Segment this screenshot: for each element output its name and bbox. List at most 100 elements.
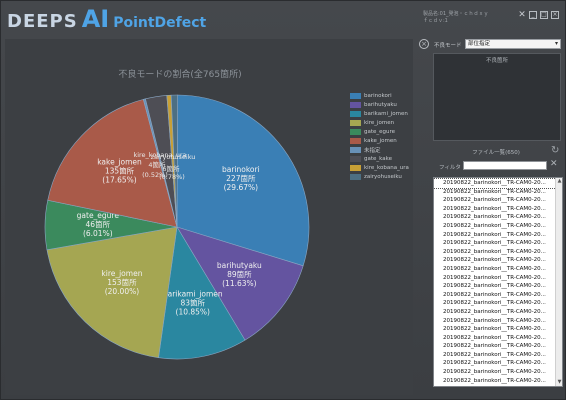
legend-label: barinokori bbox=[364, 92, 392, 99]
mode-select-value: 部位指定 bbox=[468, 41, 491, 47]
legend-item: kake_jomen bbox=[350, 136, 409, 145]
refresh-icon[interactable]: ↻ bbox=[551, 145, 559, 156]
legend-label: gate_kake bbox=[364, 155, 392, 162]
file-list-item[interactable]: 20190822_barinokori__TR-CAM0-20... bbox=[434, 178, 557, 189]
legend-item: 未指定 bbox=[350, 145, 409, 154]
file-list-item[interactable]: 20190822_barinokori__TR-CAM0-20... bbox=[434, 342, 556, 351]
legend-item: barihutyaku bbox=[350, 100, 409, 109]
file-list-item[interactable]: 20190822_barinokori__TR-CAM0-20... bbox=[434, 359, 556, 368]
legend-swatch bbox=[350, 146, 361, 153]
filter-clear-icon[interactable]: ✕ bbox=[550, 159, 558, 169]
legend-item: kire_kobana_ura bbox=[350, 163, 409, 172]
file-list-items: 20190822_barinokori__TR-CAM0-20... 201908… bbox=[434, 178, 557, 386]
legend-label: barihutyaku bbox=[364, 101, 397, 108]
file-list-item[interactable]: 20190822_barinokori__TR-CAM0-20... bbox=[434, 282, 556, 291]
filter-input[interactable] bbox=[463, 161, 547, 170]
pie-label: 135箇所 bbox=[105, 166, 135, 176]
pie-label: 83箇所 bbox=[180, 298, 205, 308]
logo-deeps: DEEPS bbox=[7, 11, 78, 32]
app-logo: DEEPS AI PointDefect bbox=[7, 5, 207, 33]
title-bar: DEEPS AI PointDefect 製品名:01_発泡・ｃｈｄｘｙ ｆｃｄ… bbox=[1, 1, 566, 33]
logo-ai: AI bbox=[81, 5, 110, 33]
legend-swatch bbox=[350, 164, 361, 171]
filter-label: フィルタ bbox=[439, 165, 461, 171]
legend-label: kire_jomen bbox=[364, 119, 395, 126]
file-list-item[interactable]: 20190822_barinokori__TR-CAM0-20... bbox=[434, 368, 556, 377]
file-list-title: ファイル一覧(650) bbox=[472, 150, 520, 156]
legend-item: gate_egure bbox=[350, 127, 409, 136]
logo-pointdefect: PointDefect bbox=[113, 15, 207, 31]
file-list-scrollbar[interactable]: ▲ ▼ bbox=[555, 178, 562, 386]
file-list-item[interactable]: 20190822_barinokori__TR-CAM0-20... bbox=[434, 274, 556, 283]
mode-label: 不良モード bbox=[434, 43, 462, 49]
pie-label: barinokori bbox=[222, 165, 260, 174]
legend-swatch bbox=[350, 92, 361, 99]
legend-swatch bbox=[350, 137, 361, 144]
legend-label: zairyohuseiku bbox=[364, 173, 402, 180]
file-list-item[interactable]: 20190822_barinokori__TR-CAM0-20... bbox=[434, 188, 556, 197]
pie-label: 46箇所 bbox=[86, 219, 111, 229]
file-list-item[interactable]: 20190822_barinokori__TR-CAM0-20... bbox=[434, 213, 556, 222]
file-list-item[interactable]: 20190822_barinokori__TR-CAM0-20... bbox=[434, 256, 556, 265]
file-list-item[interactable]: 20190822_barinokori__TR-CAM0-20... bbox=[434, 334, 556, 343]
chart-panel: 不良モードの割合(全765箇所) barinokori 227箇所 (29.67%)… bbox=[5, 39, 413, 395]
pin-icon[interactable]: ✕ bbox=[518, 11, 526, 20]
file-list-item[interactable]: 20190822_barinokori__TR-CAM0-20... bbox=[434, 248, 556, 257]
file-list-item[interactable]: 20190822_barinokori__TR-CAM0-20... bbox=[434, 299, 556, 308]
pie-label: (11.63%) bbox=[222, 279, 257, 288]
file-list-item[interactable]: 20190822_barinokori__TR-CAM0-20... bbox=[434, 205, 556, 214]
close-panel-icon[interactable]: × bbox=[419, 39, 429, 49]
pie-label: 153箇所 bbox=[107, 277, 137, 287]
file-list-item[interactable]: 20190822_barinokori__TR-CAM0-20... bbox=[434, 291, 556, 300]
file-list-item[interactable]: 20190822_barinokori__TR-CAM0-20... bbox=[434, 317, 556, 326]
file-list-item[interactable]: 20190822_barinokori__TR-CAM0-20... bbox=[434, 265, 556, 274]
defect-area-label: 不良箇所 bbox=[485, 58, 508, 64]
file-list-item[interactable]: 20190822_barinokori__TR-CAM0-20... bbox=[434, 351, 556, 360]
file-list-item[interactable]: 20190822_barinokori__TR-CAM0-20... bbox=[434, 377, 556, 386]
legend-label: kake_jomen bbox=[364, 137, 397, 144]
file-list-item[interactable]: 20190822_barinokori__TR-CAM0-20... bbox=[434, 231, 556, 240]
pie-label-crowded: (0.78%) bbox=[159, 173, 185, 181]
chart-legend: barinokori barihutyaku barikami_jomen kire_… bbox=[350, 91, 409, 181]
minimize-icon[interactable]: _ bbox=[529, 11, 537, 19]
file-list-item[interactable]: 20190822_barinokori__TR-CAM0-20... bbox=[434, 196, 556, 205]
chevron-down-icon: ▾ bbox=[554, 40, 558, 47]
close-icon[interactable]: × bbox=[551, 11, 559, 19]
legend-item: gate_kake bbox=[350, 154, 409, 163]
maximize-icon[interactable]: □ bbox=[540, 11, 548, 19]
pie-label: (29.67%) bbox=[224, 183, 259, 192]
legend-label: 未指定 bbox=[364, 147, 381, 154]
legend-item: zairyohuseiku bbox=[350, 172, 409, 181]
product-info-line2: ｆｃｄｖ:1 bbox=[423, 18, 448, 24]
legend-item: kire_jomen bbox=[350, 118, 409, 127]
pie-label: (20.00%) bbox=[105, 287, 140, 296]
file-list-item[interactable]: 20190822_barinokori__TR-CAM0-20... bbox=[434, 308, 556, 317]
file-list-item[interactable]: 20190822_barinokori__TR-CAM0-20... bbox=[434, 325, 556, 334]
legend-label: barikami_jomen bbox=[364, 110, 408, 117]
legend-swatch bbox=[350, 128, 361, 135]
scroll-up-icon[interactable]: ▲ bbox=[556, 178, 562, 185]
pie-label: (10.85%) bbox=[176, 308, 211, 317]
legend-swatch bbox=[350, 173, 361, 180]
pie-label: kire_jomen bbox=[101, 269, 142, 278]
legend-item: barinokori bbox=[350, 91, 409, 100]
defect-area: 不良箇所 bbox=[433, 53, 561, 141]
file-list: 20190822_barinokori__TR-CAM0-20... 201908… bbox=[433, 177, 563, 387]
file-list-item[interactable]: 20190822_barinokori__TR-CAM0-20... bbox=[434, 239, 556, 248]
legend-swatch bbox=[350, 119, 361, 126]
pie-label: 89箇所 bbox=[227, 269, 252, 279]
pie-label-crowded: zairyohuseiku bbox=[151, 153, 196, 161]
pie-label: barikami_jomen bbox=[163, 290, 223, 299]
product-info-line1: 製品名:01_発泡・ｃｈｄｘｙ bbox=[423, 11, 489, 17]
mode-select[interactable]: 部位指定 ▾ bbox=[465, 39, 561, 49]
pie-label: (6.01%) bbox=[83, 229, 113, 238]
legend-swatch bbox=[350, 155, 361, 162]
file-list-item[interactable]: 20190822_barinokori__TR-CAM0-20... bbox=[434, 222, 556, 231]
pie-label: barihutyaku bbox=[217, 261, 262, 270]
product-info: 製品名:01_発泡・ｃｈｄｘｙ ｆｃｄｖ:1 bbox=[423, 11, 489, 25]
pie-label: 227箇所 bbox=[226, 173, 256, 183]
legend-swatch bbox=[350, 110, 361, 117]
legend-swatch bbox=[350, 101, 361, 108]
app-window: DEEPS AI PointDefect 製品名:01_発泡・ｃｈｄｘｙ ｆｃｄ… bbox=[0, 0, 566, 400]
scroll-down-icon[interactable]: ▼ bbox=[556, 379, 562, 386]
